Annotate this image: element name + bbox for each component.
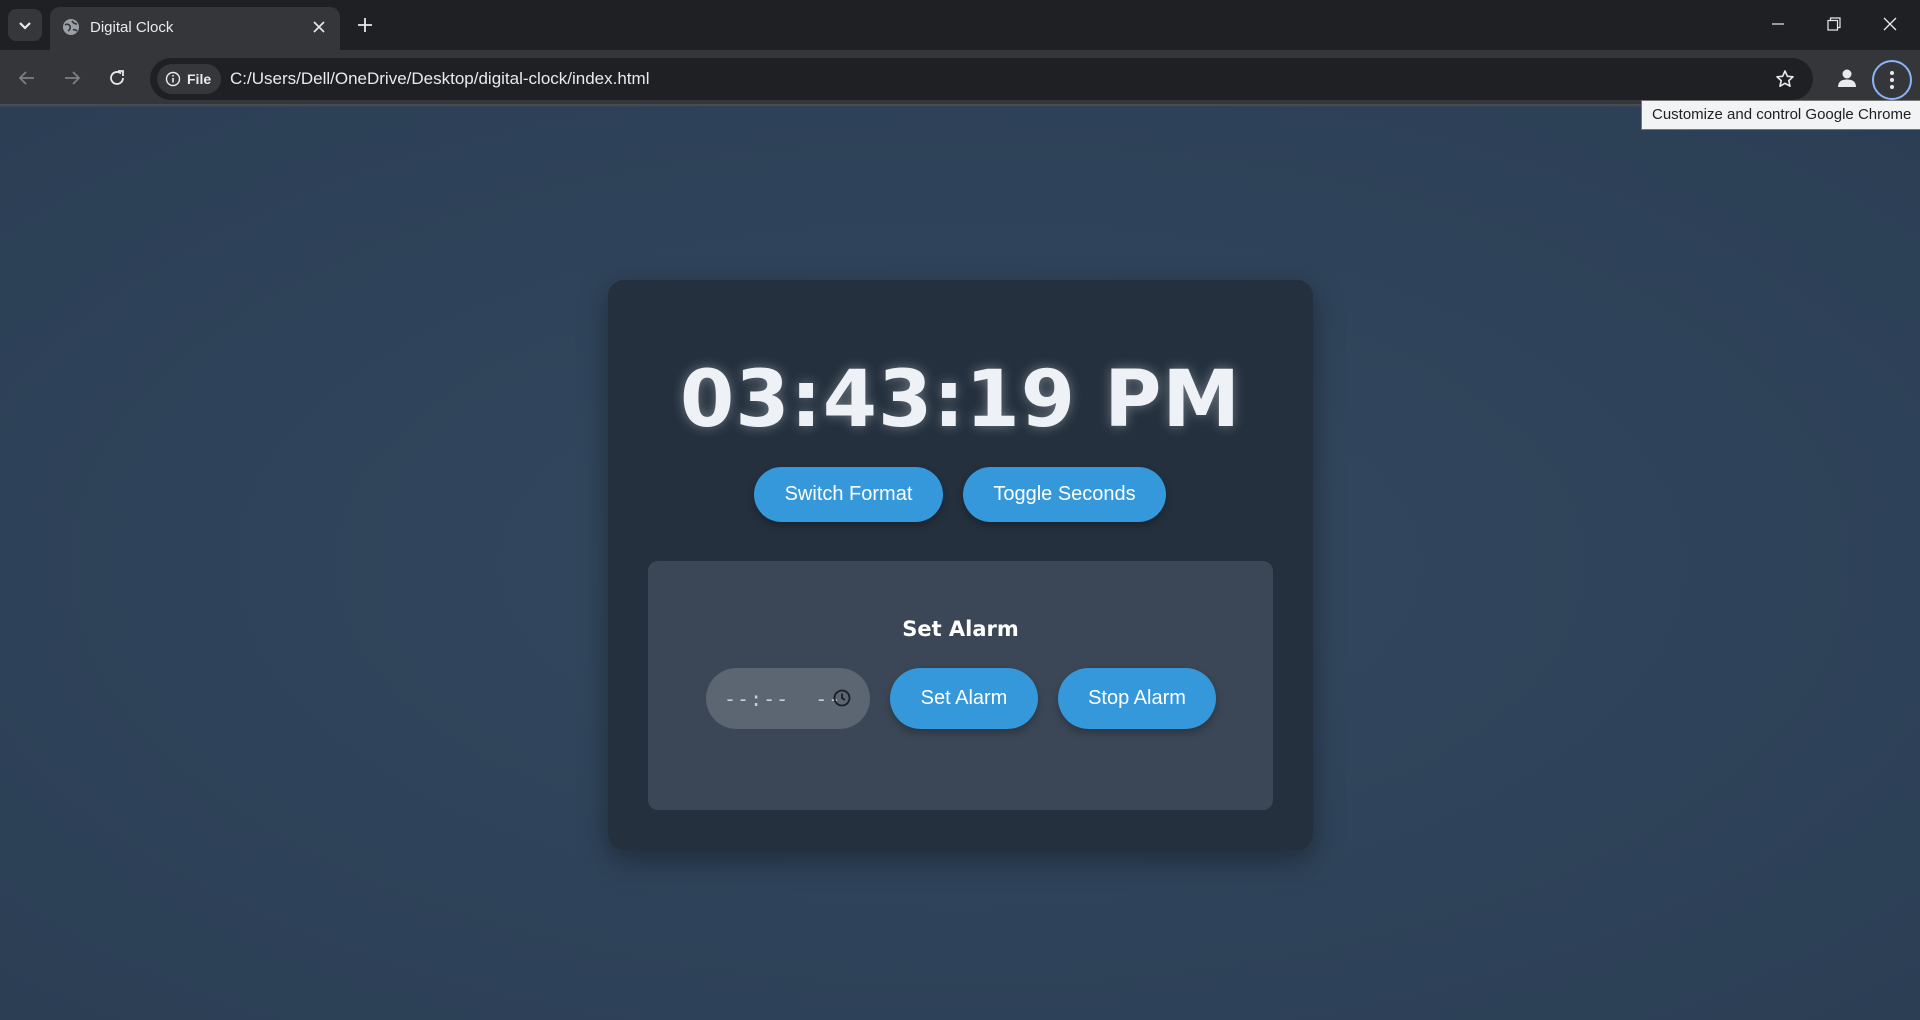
new-tab-button[interactable] — [352, 12, 378, 38]
bookmark-button[interactable] — [1773, 67, 1797, 91]
reload-button[interactable] — [103, 64, 131, 92]
stop-alarm-button[interactable]: Stop Alarm — [1058, 668, 1216, 729]
window-close-icon — [1883, 17, 1897, 31]
alarm-time-input[interactable]: --:-- -- — [706, 668, 870, 729]
alarm-title: Set Alarm — [902, 617, 1019, 641]
info-icon — [165, 71, 181, 87]
forward-arrow-icon — [65, 71, 81, 85]
customize-chrome-menu-button[interactable] — [1872, 60, 1912, 100]
minimize-icon — [1772, 23, 1784, 25]
clock-card: 03:43:19 PM Switch Format Toggle Seconds… — [608, 280, 1313, 850]
menu-tooltip: Customize and control Google Chrome — [1641, 100, 1920, 130]
toggle-seconds-button[interactable]: Toggle Seconds — [963, 467, 1166, 522]
plus-icon — [358, 18, 372, 32]
tab-title: Digital Clock — [90, 19, 174, 36]
profile-icon — [1838, 69, 1856, 87]
kebab-menu-icon — [1890, 71, 1894, 89]
tab-search-button[interactable] — [8, 9, 42, 41]
close-icon — [313, 21, 325, 33]
url-text: C:/Users/Dell/OneDrive/Desktop/digital-c… — [230, 69, 650, 88]
tab-strip: Digital Clock — [0, 0, 1920, 50]
tab-search-icon — [19, 22, 31, 30]
minimize-button[interactable] — [1750, 0, 1806, 48]
profile-button[interactable] — [1832, 63, 1862, 93]
alarm-time-value: --:-- -- — [724, 686, 842, 711]
tab-close-button[interactable] — [308, 16, 330, 38]
window-close-button[interactable] — [1862, 0, 1918, 48]
address-bar[interactable]: File C:/Users/Dell/OneDrive/Desktop/digi… — [150, 58, 1813, 100]
globe-icon — [63, 19, 79, 35]
restore-icon — [1827, 17, 1841, 31]
back-button[interactable] — [13, 64, 41, 92]
forward-button[interactable] — [58, 64, 86, 92]
clock-icon[interactable] — [832, 688, 852, 708]
reload-icon — [110, 70, 124, 85]
clock-display: 03:43:19 PM — [680, 355, 1241, 445]
alarm-panel: Set Alarm --:-- -- Set Alarm Stop Alarm — [648, 561, 1273, 810]
site-info-label: File — [187, 71, 212, 87]
star-icon — [1776, 70, 1794, 87]
restore-button[interactable] — [1806, 0, 1862, 48]
switch-format-button[interactable]: Switch Format — [754, 467, 943, 522]
browser-tab[interactable]: Digital Clock — [50, 7, 340, 50]
page-body: 03:43:19 PM Switch Format Toggle Seconds… — [0, 108, 1920, 1020]
browser-toolbar: File C:/Users/Dell/OneDrive/Desktop/digi… — [0, 50, 1920, 106]
back-arrow-icon — [18, 71, 34, 85]
site-info-chip[interactable]: File — [157, 64, 222, 94]
set-alarm-button[interactable]: Set Alarm — [890, 668, 1038, 729]
